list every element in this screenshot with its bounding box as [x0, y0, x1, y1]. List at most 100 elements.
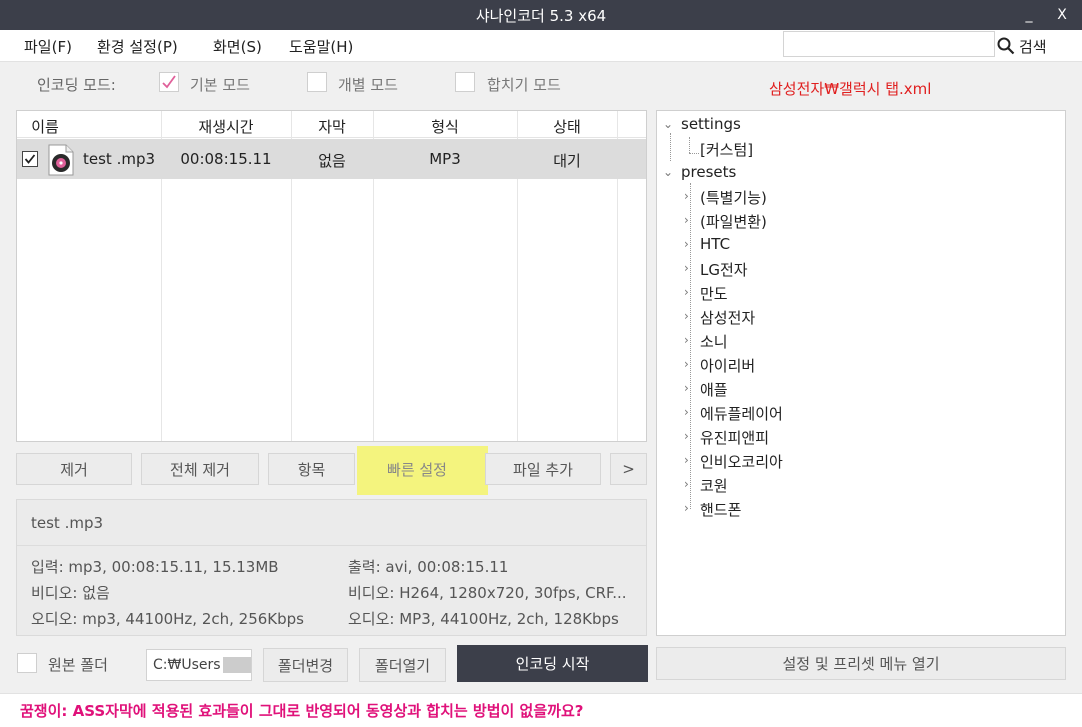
column-format[interactable]: 형식 — [373, 116, 517, 137]
chevron-right-icon[interactable]: › — [684, 189, 689, 203]
source-folder-checkbox[interactable] — [17, 653, 37, 673]
tree-node-iriver[interactable]: 아이리버 — [700, 355, 755, 376]
output-folder-field[interactable]: C:₩Users — [146, 649, 252, 681]
info-audio-in: 오디오: mp3, 44100Hz, 2ch, 256Kbps — [31, 610, 304, 628]
column-status[interactable]: 상태 — [517, 116, 617, 137]
chevron-right-icon[interactable]: › — [684, 453, 689, 467]
tip-text[interactable]: 꿈쟁이: ASS자막에 적용된 효과들이 그대로 반영되어 동영상과 합치는 방… — [20, 700, 583, 721]
search-button[interactable]: 검색 — [997, 33, 1047, 59]
chevron-right-icon[interactable]: › — [684, 477, 689, 491]
info-output: 출력: avi, 00:08:15.11 — [348, 558, 509, 576]
remove-all-button[interactable]: 전체 제거 — [141, 453, 259, 485]
chevron-right-icon[interactable]: › — [684, 261, 689, 275]
menu-preferences[interactable]: 환경 설정(P) — [97, 36, 178, 57]
encoding-mode-label: 인코딩 모드: — [37, 76, 116, 94]
chevron-right-icon[interactable]: › — [684, 429, 689, 443]
search-icon — [997, 37, 1015, 55]
column-subtitle[interactable]: 자막 — [291, 116, 373, 137]
encoding-mode-row: 인코딩 모드: 기본 모드 개별 모드 합치기 모드 삼성전자₩갤럭시 탭.xm… — [0, 66, 1082, 102]
search-label: 검색 — [1019, 37, 1047, 56]
tree-node-presets[interactable]: presets — [681, 163, 736, 181]
tree-node-special[interactable]: (특별기능) — [700, 187, 767, 208]
current-preset-path[interactable]: 삼성전자₩갤럭시 탭.xml — [769, 78, 931, 99]
basic-mode-label: 기본 모드 — [190, 76, 250, 94]
tree-node-htc[interactable]: HTC — [700, 235, 730, 253]
tree-connector — [689, 137, 690, 153]
quick-settings-button[interactable]: 빠른 설정 — [359, 453, 475, 485]
chevron-right-icon[interactable]: › — [684, 405, 689, 419]
chevron-right-icon[interactable]: › — [684, 501, 689, 515]
change-folder-button[interactable]: 폴더변경 — [263, 648, 348, 682]
tree-node-eduplayer[interactable]: 에듀플레이어 — [700, 403, 783, 424]
table-row[interactable]: test .mp3 00:08:15.11 없음 MP3 대기 — [17, 139, 646, 179]
close-button[interactable]: X — [1045, 0, 1079, 30]
merge-mode-label: 합치기 모드 — [487, 76, 561, 94]
more-button[interactable]: > — [610, 453, 647, 485]
tree-node-apple[interactable]: 애플 — [700, 379, 728, 400]
open-folder-button[interactable]: 폴더열기 — [359, 648, 446, 682]
tree-node-custom[interactable]: [커스텀] — [700, 139, 753, 160]
chevron-right-icon[interactable]: › — [684, 237, 689, 251]
chevron-right-icon[interactable]: › — [684, 285, 689, 299]
audio-file-icon — [48, 144, 74, 176]
file-name: test .mp3 — [83, 150, 156, 168]
file-format: MP3 — [429, 150, 461, 168]
menu-view[interactable]: 화면(S) — [213, 36, 262, 57]
column-duration[interactable]: 재생시간 — [161, 116, 291, 137]
settings-menu-button[interactable]: 설정 및 프리셋 메뉴 열기 — [656, 647, 1066, 680]
file-list-header: 이름 재생시간 자막 형식 상태 — [17, 111, 646, 138]
chevron-right-icon[interactable]: › — [684, 333, 689, 347]
start-encoding-button[interactable]: 인코딩 시작 — [457, 645, 648, 682]
output-folder-path: C:₩Users — [153, 657, 221, 673]
info-filename: test .mp3 — [31, 514, 104, 532]
tree-node-handphone[interactable]: 핸드폰 — [700, 499, 741, 520]
items-button[interactable]: 항목 — [268, 453, 355, 485]
menu-bar: 파일(F) 환경 설정(P) 화면(S) 도움말(H) 검색 — [0, 30, 1082, 62]
window-title: 샤나인코더 5.3 x64 — [475, 6, 607, 25]
info-input: 입력: mp3, 00:08:15.11, 15.13MB — [31, 558, 279, 576]
individual-mode-checkbox[interactable] — [307, 72, 327, 92]
add-file-button[interactable]: 파일 추가 — [485, 453, 601, 485]
chevron-right-icon[interactable]: › — [684, 381, 689, 395]
file-duration: 00:08:15.11 — [180, 150, 272, 168]
chevron-down-icon[interactable]: ⌄ — [663, 117, 673, 131]
minimize-button[interactable]: _ — [1012, 0, 1046, 30]
chevron-right-icon[interactable]: › — [684, 213, 689, 227]
remove-button[interactable]: 제거 — [16, 453, 132, 485]
row-checkbox[interactable] — [22, 151, 38, 167]
tree-connector — [690, 183, 691, 509]
tree-node-invio[interactable]: 인비오코리아 — [700, 451, 783, 472]
info-divider — [17, 545, 646, 546]
tree-node-mando[interactable]: 만도 — [700, 283, 728, 304]
info-video-out: 비디오: H264, 1280x720, 30fps, CRF... — [348, 584, 627, 602]
info-audio-out: 오디오: MP3, 44100Hz, 2ch, 128Kbps — [348, 610, 619, 628]
tree-node-cowon[interactable]: 코원 — [700, 475, 728, 496]
menu-help[interactable]: 도움말(H) — [289, 36, 353, 57]
tree-node-samsung[interactable]: 삼성전자 — [700, 307, 755, 328]
tree-connector — [689, 153, 699, 154]
tree-node-lg[interactable]: LG전자 — [700, 259, 748, 280]
file-list[interactable]: 이름 재생시간 자막 형식 상태 test .mp3 00:08:15.11 없… — [16, 110, 647, 442]
basic-mode-checkbox[interactable] — [159, 72, 179, 92]
source-folder-label: 원본 폴더 — [48, 656, 108, 674]
info-video-in: 비디오: 없음 — [31, 584, 110, 602]
title-bar: 샤나인코더 5.3 x64 _ X — [0, 0, 1082, 30]
chevron-right-icon[interactable]: › — [684, 357, 689, 371]
file-status: 대기 — [553, 152, 581, 170]
merge-mode-checkbox[interactable] — [455, 72, 475, 92]
column-name[interactable]: 이름 — [17, 116, 73, 137]
tree-node-eugenepnp[interactable]: 유진피앤피 — [700, 427, 769, 448]
search-input[interactable] — [783, 31, 995, 57]
tree-node-settings[interactable]: settings — [681, 115, 741, 133]
individual-mode-label: 개별 모드 — [338, 76, 398, 94]
menu-file[interactable]: 파일(F) — [24, 36, 72, 57]
tree-node-convert[interactable]: (파일변환) — [700, 211, 767, 232]
chevron-down-icon[interactable]: ⌄ — [663, 165, 673, 179]
checkmark-icon — [162, 75, 176, 89]
file-subtitle: 없음 — [318, 152, 346, 170]
tree-connector — [670, 133, 671, 161]
tree-node-sony[interactable]: 소니 — [700, 331, 728, 352]
tip-bar: 꿈쟁이: ASS자막에 적용된 효과들이 그대로 반영되어 동영상과 합치는 방… — [0, 693, 1082, 727]
preset-tree[interactable]: ⌄ settings [커스텀] ⌄ presets › (특별기능) › (파… — [656, 110, 1066, 636]
chevron-right-icon[interactable]: › — [684, 309, 689, 323]
